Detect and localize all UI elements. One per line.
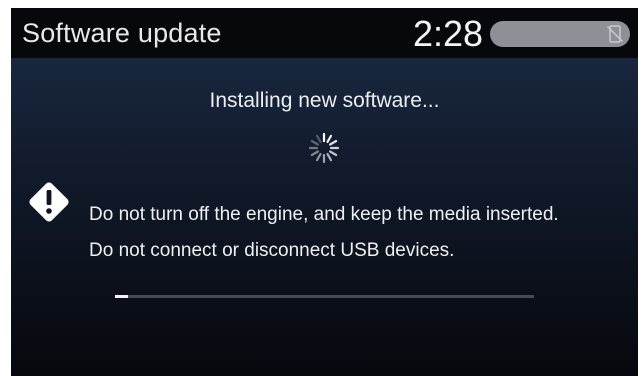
header-bar: Software update 2:28 <box>11 8 638 58</box>
progress-bar <box>115 295 534 298</box>
status-indicator <box>490 21 630 47</box>
page-title: Software update <box>22 18 222 48</box>
clock: 2:28 <box>413 13 484 54</box>
update-screen: Software update 2:28 Installing new soft… <box>11 8 638 376</box>
no-phone-icon <box>606 25 624 43</box>
spinner-icon <box>308 132 340 164</box>
warning-text-engine: Do not turn off the engine, and keep the… <box>89 204 559 225</box>
progress-fill <box>115 295 128 298</box>
installing-message: Installing new software... <box>209 89 440 112</box>
warning-text-usb: Do not connect or disconnect USB devices… <box>89 240 455 261</box>
warning-icon <box>29 182 69 222</box>
